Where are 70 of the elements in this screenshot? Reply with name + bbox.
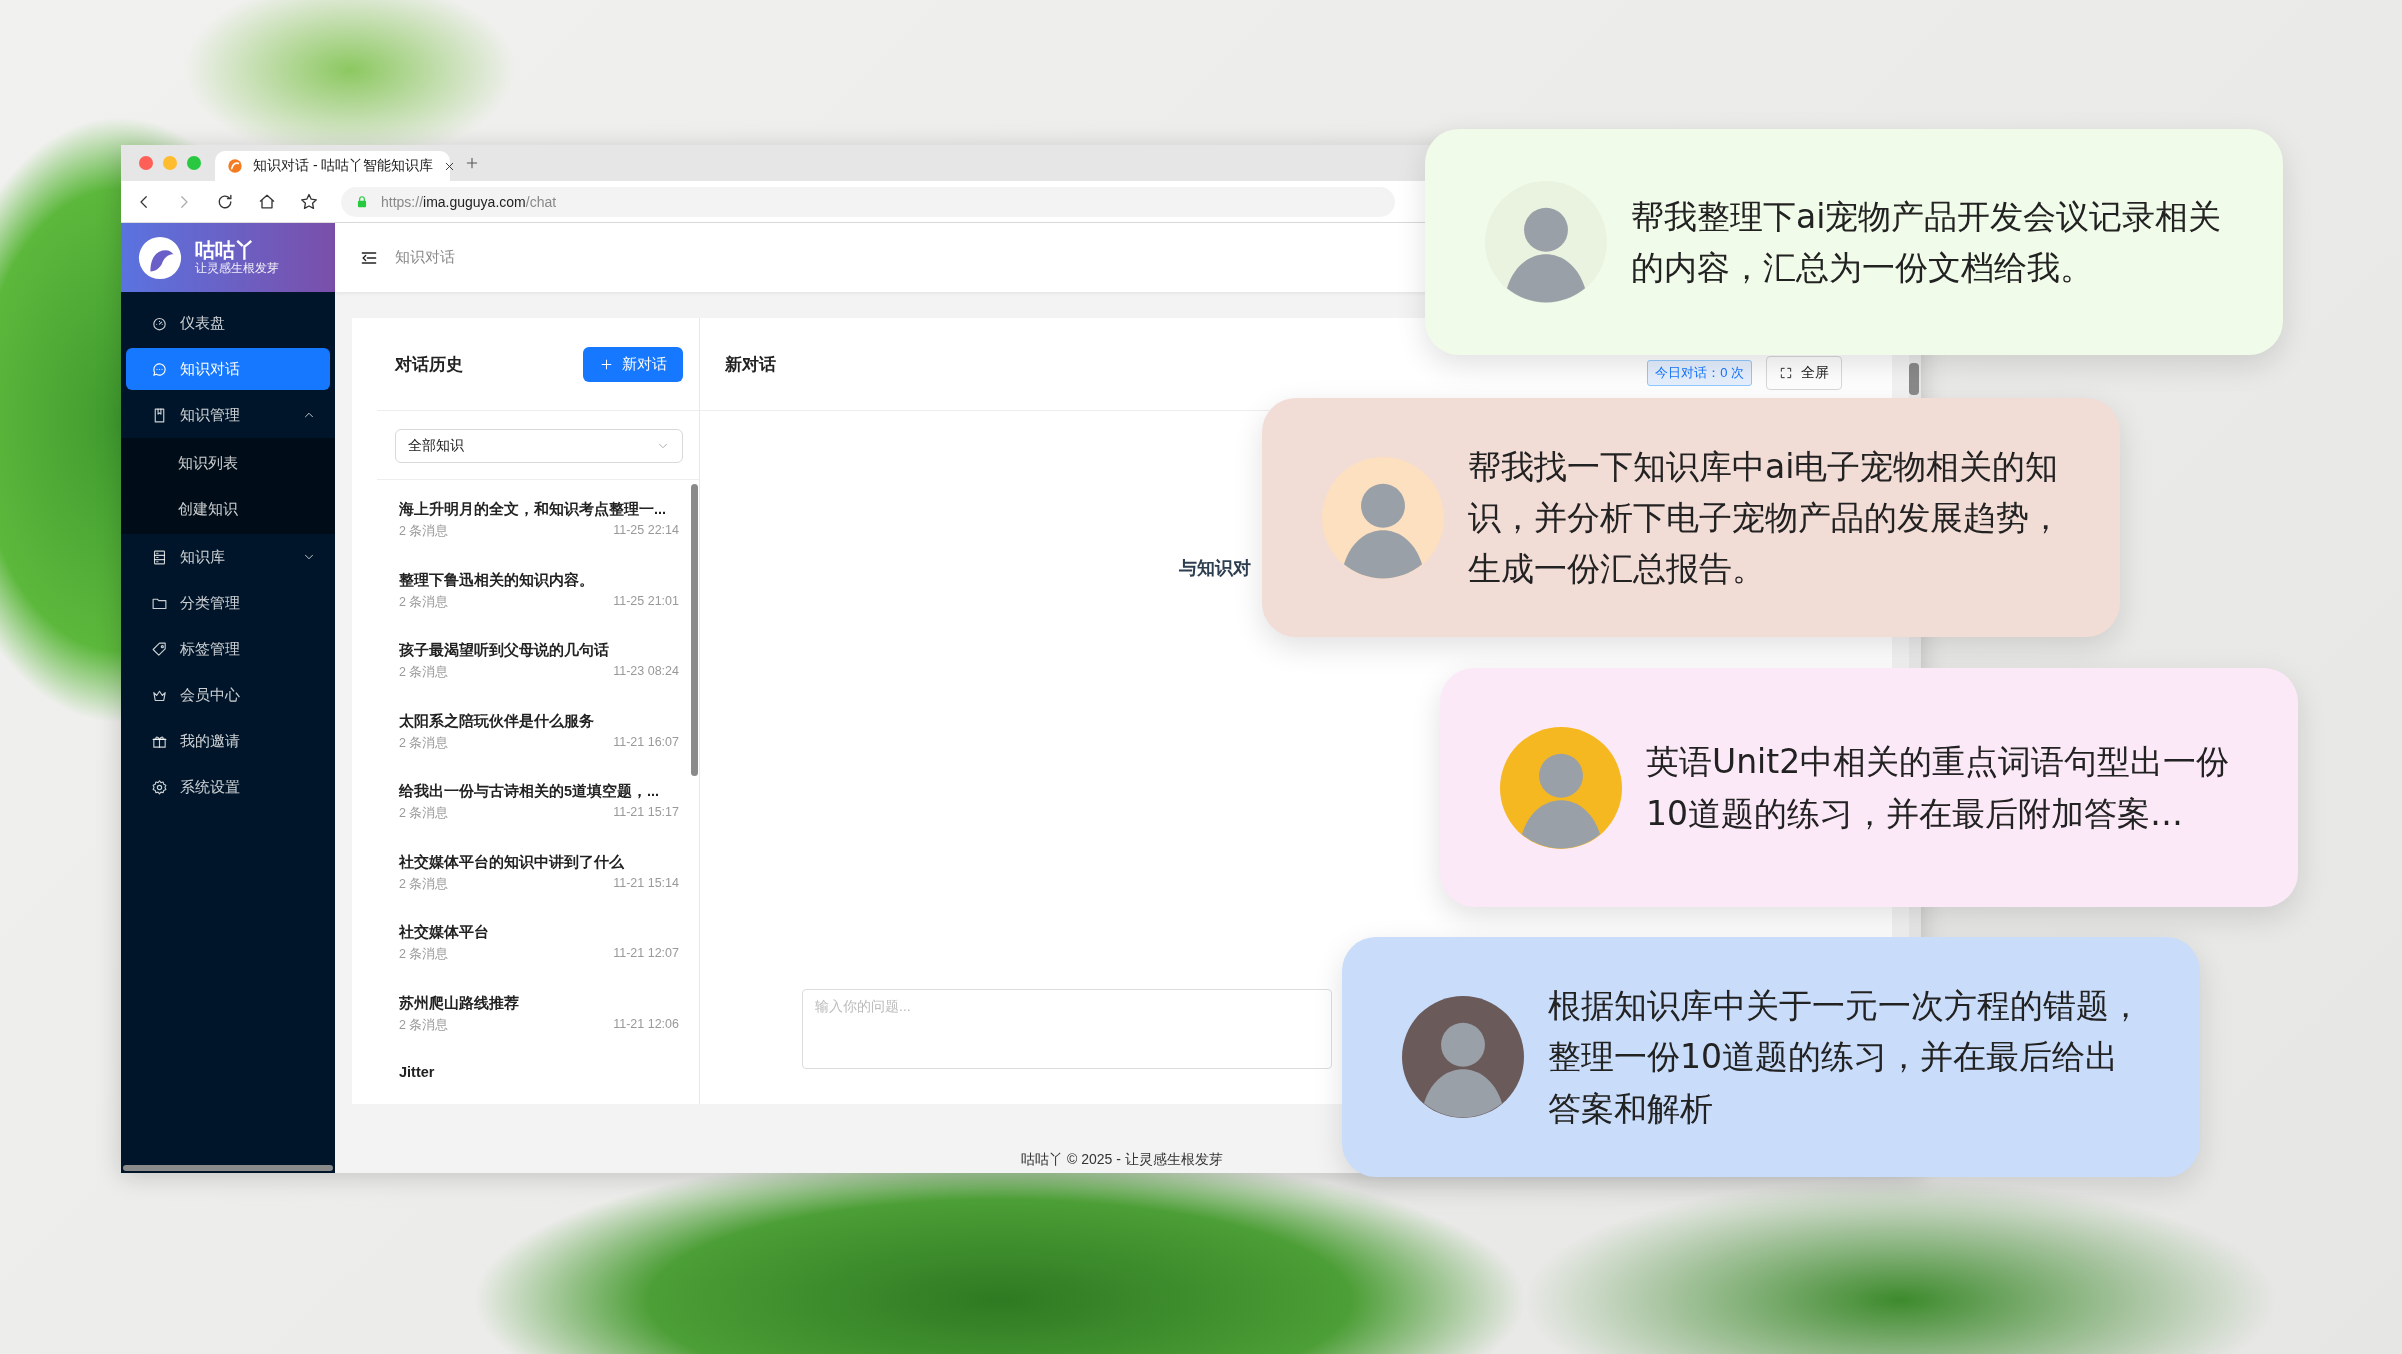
nav-item[interactable]: 标签管理 — [126, 628, 330, 670]
nav-subitem[interactable]: 创建知识 — [126, 488, 330, 530]
nav-item[interactable]: 分类管理 — [126, 582, 330, 624]
prompt-text: 根据知识库中关于一元一次方程的错题，整理一份10道题的练习，并在最后给出答案和解析 — [1548, 985, 2143, 1130]
avatar-icon — [1402, 996, 1524, 1118]
lock-icon — [355, 194, 369, 209]
nav-item[interactable]: 仪表盘 — [126, 302, 330, 344]
message-count: 2 条消息 — [399, 875, 449, 893]
message-count: 2 条消息 — [399, 593, 449, 611]
conversation-title[interactable]: 社交媒体平台的知识中讲到了什么 — [399, 852, 679, 872]
prompt-text: 帮我找一下知识库中ai电子宠物相关的知识，并分析下电子宠物产品的发展趋势，生成一份汇总报告。 — [1468, 445, 2063, 591]
prompt-text: 帮我整理下ai宠物产品开发会议记录相关的内容，汇总为一份文档给我。 — [1631, 195, 2223, 289]
avatar-icon — [1322, 456, 1444, 579]
star-icon[interactable] — [299, 191, 319, 212]
scrollbar[interactable] — [691, 484, 698, 776]
plus-icon — [599, 356, 614, 372]
breadcrumb[interactable]: 知识对话 — [395, 248, 455, 267]
conversation-time: 11-23 08:24 — [613, 664, 679, 680]
message-count: 2 条消息 — [399, 523, 449, 540]
settings-icon — [151, 778, 168, 796]
bird-logo-icon — [137, 234, 183, 281]
chat-icon — [151, 360, 168, 378]
message-count: 2 条消息 — [399, 734, 449, 752]
fullscreen-button[interactable]: 全屏 — [1766, 356, 1842, 390]
conversation-title[interactable]: 孩子最渴望听到父母说的几句话 — [399, 641, 679, 660]
conversation-time: 11-21 12:06 — [613, 1016, 679, 1033]
scrollbar[interactable] — [123, 1165, 333, 1171]
panel-title: 对话历史 — [395, 353, 463, 376]
new-chat-button[interactable]: 新对话 — [583, 346, 683, 382]
conversation-time: 11-21 16:07 — [613, 734, 679, 751]
conversation-title[interactable]: 给我出一份与古诗相关的5道填空题，... — [399, 782, 679, 801]
message-count: 2 条消息 — [399, 1016, 449, 1034]
nav-item[interactable]: 系统设置 — [126, 766, 330, 808]
scrollbar[interactable] — [1909, 363, 1919, 395]
avatar-icon — [1500, 726, 1622, 849]
nav-item[interactable]: 我的邀请 — [126, 720, 330, 762]
conversation-title[interactable]: 海上升明月的全文，和知识考点整理一... — [399, 500, 679, 519]
cabinet-icon — [151, 548, 168, 566]
avatar-icon — [1485, 181, 1607, 303]
usage-badge: 今日对话：0 次 — [1647, 360, 1752, 386]
logo-icon — [227, 158, 243, 174]
message-count: 2 条消息 — [399, 946, 449, 963]
conversation-time: 11-21 15:17 — [613, 805, 679, 821]
conversation-time: 11-25 21:01 — [613, 593, 679, 610]
prompt-text: 英语Unit2中相关的重点词语句型出一份10道题的练习，并在最后附加答案… — [1646, 741, 2231, 835]
nav-item[interactable]: 知识对话 — [126, 348, 330, 390]
brand-name: 咕咕丫 — [195, 239, 256, 261]
conversation-time: 11-25 22:14 — [613, 523, 679, 539]
brand-slogan: 让灵感生根发芽 — [195, 261, 279, 276]
footer-text: 咕咕丫 © 2025 - 让灵感生根发芽 — [1020, 1151, 1224, 1169]
tag-icon — [151, 640, 168, 658]
nav-subitem[interactable]: 知识列表 — [126, 442, 330, 484]
conversation-title[interactable]: Jitter — [399, 1064, 679, 1080]
empty-state-text: 与知识对 — [1179, 557, 1251, 580]
question-input[interactable]: 输入你的问题... — [802, 989, 1332, 1069]
conversation-time: 11-21 15:14 — [613, 875, 679, 892]
panel-title: 新对话 — [725, 353, 777, 376]
message-count: 2 条消息 — [399, 805, 449, 822]
conversation-title[interactable]: 整理下鲁迅相关的知识内容。 — [399, 570, 679, 590]
address-bar[interactable]: https://ima.guguya.com/chat — [341, 186, 1395, 217]
knowledge-dropdown[interactable]: 全部知识 — [395, 429, 683, 463]
nav-item[interactable]: 会员中心 — [126, 674, 330, 716]
conversation-title[interactable]: 苏州爬山路线推荐 — [399, 993, 679, 1013]
nav-item[interactable]: 知识库 — [126, 536, 330, 578]
conversation-time: 11-21 12:07 — [613, 946, 679, 962]
conversation-title[interactable]: 社交媒体平台 — [399, 923, 679, 942]
fullscreen-icon — [1779, 366, 1793, 380]
nav-item[interactable]: 知识管理 — [126, 394, 330, 436]
conversation-title[interactable]: 太阳系之陪玩伙伴是什么服务 — [399, 711, 679, 731]
message-count: 2 条消息 — [399, 664, 449, 681]
